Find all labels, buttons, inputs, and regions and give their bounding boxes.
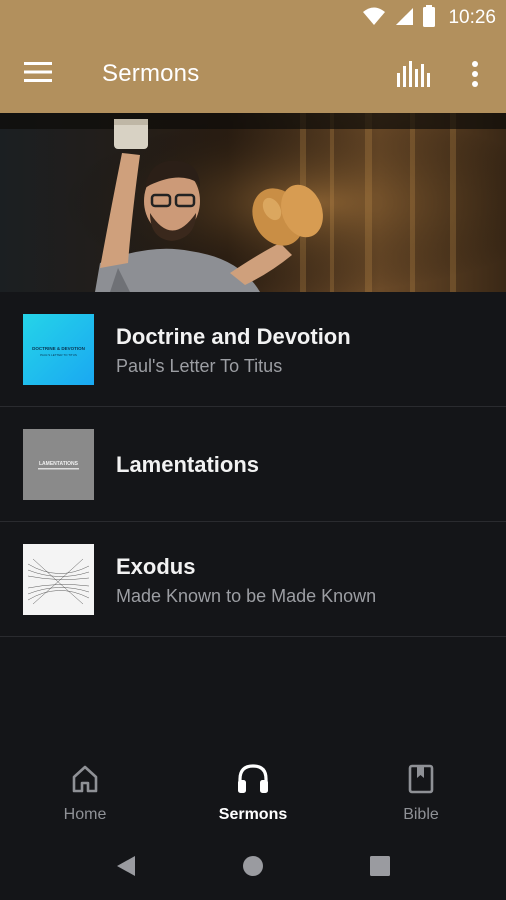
nav-label: Bible xyxy=(403,806,439,823)
audio-player-button[interactable] xyxy=(392,56,436,96)
nav-item-sermons[interactable]: Sermons xyxy=(169,762,337,832)
recents-button[interactable] xyxy=(360,852,400,884)
series-title: Lamentations xyxy=(116,452,260,477)
system-home-button[interactable] xyxy=(233,852,273,884)
menu-button[interactable] xyxy=(18,56,58,92)
nav-label: Sermons xyxy=(218,806,288,823)
series-subtitle: Made Known to be Made Known xyxy=(116,586,377,606)
back-button[interactable] xyxy=(106,852,146,884)
equalizer-icon xyxy=(397,60,431,92)
series-title: Exodus xyxy=(116,554,196,579)
page-title: Sermons xyxy=(102,60,200,87)
home-icon xyxy=(71,762,99,796)
headphones-icon xyxy=(237,762,269,796)
sermon-series-list: DOCTRINE & DEVOTION PAUL'S LETTER TO TIT… xyxy=(0,292,506,637)
wifi-icon xyxy=(362,6,386,31)
more-options-button[interactable] xyxy=(458,56,492,96)
thumb-text: LAMENTATIONS xyxy=(39,461,79,467)
home-circle-icon xyxy=(242,855,264,882)
battery-icon xyxy=(422,4,436,32)
series-title: Doctrine and Devotion xyxy=(116,324,351,349)
status-icons: 10:26 xyxy=(362,4,496,32)
status-time: 10:26 xyxy=(448,7,496,28)
list-item[interactable]: Exodus Made Known to be Made Known xyxy=(0,522,506,637)
cell-signal-icon xyxy=(394,6,414,31)
bookmark-book-icon xyxy=(408,762,434,796)
back-icon xyxy=(115,854,137,883)
list-item[interactable]: LAMENTATIONS Lamentations xyxy=(0,407,506,522)
nav-item-bible[interactable]: Bible xyxy=(337,762,505,832)
nav-label: Home xyxy=(63,806,107,823)
thumb-subtext: PAUL'S LETTER TO TITUS xyxy=(40,353,77,357)
series-thumbnail: LAMENTATIONS xyxy=(23,429,94,500)
series-thumbnail xyxy=(23,544,94,615)
system-navigation-bar xyxy=(0,840,506,900)
bottom-navigation: Home Sermons Bible xyxy=(0,752,506,840)
hamburger-menu-icon xyxy=(24,61,52,87)
hero-image xyxy=(0,113,506,292)
app-bar: Sermons xyxy=(0,36,506,113)
thumb-text: DOCTRINE & DEVOTION xyxy=(32,346,85,351)
status-bar: 10:26 xyxy=(0,0,506,36)
series-thumbnail: DOCTRINE & DEVOTION PAUL'S LETTER TO TIT… xyxy=(23,314,94,385)
more-vertical-icon xyxy=(471,60,479,92)
nav-item-home[interactable]: Home xyxy=(1,762,169,832)
recents-square-icon xyxy=(369,855,391,882)
list-item[interactable]: DOCTRINE & DEVOTION PAUL'S LETTER TO TIT… xyxy=(0,292,506,407)
series-subtitle: Paul's Letter To Titus xyxy=(116,356,283,376)
